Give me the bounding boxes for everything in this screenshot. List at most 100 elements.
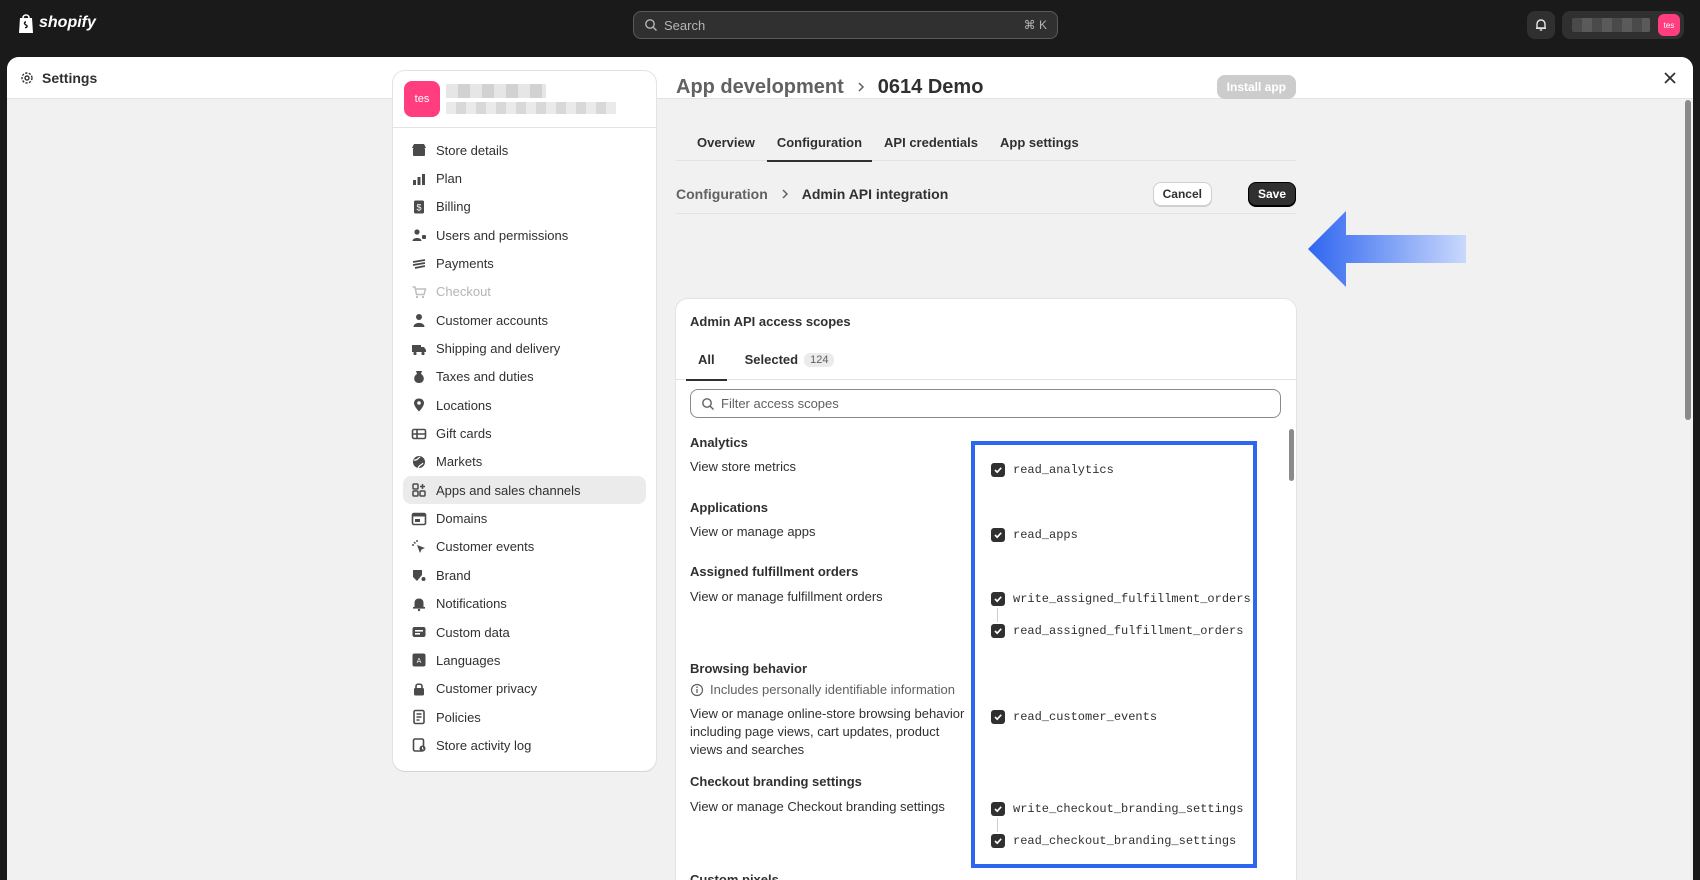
- sidebar-item-plan[interactable]: Plan: [403, 164, 646, 192]
- search-bar[interactable]: Search ⌘ K: [633, 11, 1058, 39]
- sidebar-item-customer-privacy[interactable]: Customer privacy: [403, 675, 646, 703]
- admin-api-scopes-card: Admin API access scopes All Selected 124 …: [676, 299, 1296, 880]
- sidebar-item-shipping-and-delivery[interactable]: Shipping and delivery: [403, 334, 646, 362]
- account-menu-button[interactable]: tes: [1562, 11, 1684, 39]
- sidebar-item-taxes-and-duties[interactable]: Taxes and duties: [403, 363, 646, 391]
- page-scrollbar-thumb[interactable]: [1685, 100, 1691, 420]
- info-icon: [690, 683, 704, 696]
- sidebar-item-markets[interactable]: Markets: [403, 448, 646, 476]
- scope-dependency-line: [997, 608, 998, 622]
- chevron-right-icon: [782, 188, 788, 199]
- page-title: 0614 Demo: [877, 75, 984, 98]
- sidebar-item-checkout[interactable]: Checkout: [403, 278, 646, 306]
- filter-scopes-input[interactable]: Filter access scopes: [690, 389, 1281, 418]
- sidebar-item-gift-cards[interactable]: Gift cards: [403, 419, 646, 447]
- scope-group-description: View or manage fulfillment orders: [690, 589, 883, 604]
- checkbox-checked-icon[interactable]: [991, 528, 1005, 542]
- sidebar-item-label: Notifications: [436, 596, 507, 612]
- app-tabs: Overview Configuration API credentials A…: [676, 124, 1296, 162]
- page-scrollbar[interactable]: [1683, 100, 1693, 880]
- scope-name: write_assigned_fulfillment_orders: [1013, 592, 1251, 606]
- sidebar-item-notifications[interactable]: Notifications: [403, 590, 646, 618]
- sidebar-item-apps-and-sales-channels[interactable]: Apps and sales channels: [403, 476, 646, 505]
- sidebar-item-label: Domains: [436, 511, 488, 527]
- sidebar-item-payments[interactable]: Payments: [403, 249, 646, 277]
- notifications-button[interactable]: [1527, 11, 1555, 39]
- account-avatar: tes: [1658, 14, 1680, 36]
- sidebar-item-brand[interactable]: Brand: [403, 561, 646, 589]
- sidebar-item-users-and-permissions[interactable]: Users and permissions: [403, 221, 646, 249]
- scope-checkbox-row[interactable]: write_checkout_branding_settings: [991, 802, 1243, 816]
- tab-api-credentials[interactable]: API credentials: [874, 124, 988, 161]
- bell-icon: [413, 598, 425, 611]
- sidebar-item-policies[interactable]: Policies: [403, 703, 646, 731]
- cart-icon: [412, 286, 427, 299]
- sidebar-item-custom-data[interactable]: Custom data: [403, 618, 646, 646]
- cursor-icon: [412, 539, 425, 553]
- scope-group-title: Analytics: [690, 435, 748, 450]
- shopify-bag-icon: [19, 14, 33, 33]
- sidebar-item-customer-events[interactable]: Customer events: [403, 533, 646, 561]
- billing-icon: $: [414, 200, 424, 214]
- breadcrumb-parent-link[interactable]: App development: [676, 76, 844, 99]
- scope-group-title: Assigned fulfillment orders: [690, 564, 859, 579]
- checkbox-checked-icon[interactable]: [991, 710, 1005, 724]
- scope-checkbox-row[interactable]: read_apps: [991, 528, 1078, 542]
- brand-icon: [413, 570, 426, 582]
- checkbox-checked-icon[interactable]: [991, 834, 1005, 848]
- sidebar-item-label: Languages: [436, 652, 501, 668]
- scope-group-description: View store metrics: [690, 459, 796, 474]
- sidebar-item-label: Markets: [436, 454, 483, 470]
- sidebar-item-languages[interactable]: A Languages: [403, 646, 646, 674]
- config-breadcrumb: Configuration Admin API integration Canc…: [676, 174, 1296, 214]
- sidebar-item-domains[interactable]: Domains: [403, 504, 646, 532]
- store-name-redacted: [446, 84, 616, 114]
- install-app-button[interactable]: Install app: [1216, 75, 1296, 99]
- sidebar-item-customer-accounts[interactable]: Customer accounts: [403, 306, 646, 334]
- sidebar-item-locations[interactable]: Locations: [403, 391, 646, 419]
- tab-configuration[interactable]: Configuration: [766, 124, 873, 162]
- shopify-logo[interactable]: shopify: [17, 12, 96, 34]
- sidebar-item-billing[interactable]: $ Billing: [403, 193, 646, 221]
- scope-checkbox-row[interactable]: read_assigned_fulfillment_orders: [991, 624, 1243, 638]
- sidebar-item-label: Billing: [436, 199, 471, 215]
- save-button[interactable]: Save: [1247, 182, 1296, 206]
- activity-icon: [412, 738, 426, 753]
- sidebar-item-store-details[interactable]: Store details: [403, 136, 646, 164]
- sidebar-item-store-activity-log[interactable]: Store activity log: [403, 731, 646, 759]
- scope-checkbox-row[interactable]: read_customer_events: [991, 710, 1157, 724]
- cancel-button[interactable]: Cancel: [1152, 182, 1212, 206]
- data-icon: [412, 627, 426, 638]
- scope-checkbox-row[interactable]: read_checkout_branding_settings: [991, 834, 1236, 848]
- annotation-arrow-icon: [1308, 211, 1466, 287]
- tab-overview[interactable]: Overview: [687, 124, 765, 161]
- apps-icon: [412, 483, 426, 498]
- checkbox-checked-icon[interactable]: [991, 802, 1005, 816]
- sidebar-item-label: Locations: [436, 397, 492, 413]
- scope-name: read_customer_events: [1013, 710, 1158, 724]
- store-header[interactable]: tes: [393, 71, 656, 128]
- checkbox-checked-icon[interactable]: [991, 463, 1005, 477]
- sidebar-item-label: Payments: [436, 256, 494, 272]
- scope-name: read_apps: [1013, 528, 1078, 542]
- tab-app-settings[interactable]: App settings: [990, 124, 1089, 161]
- tab-selected-scopes[interactable]: Selected 124: [733, 339, 847, 380]
- config-breadcrumb-parent-link[interactable]: Configuration: [676, 186, 768, 202]
- account-name-redacted: [1572, 18, 1650, 32]
- scope-filter-tabs: All Selected 124: [676, 339, 1296, 381]
- close-icon[interactable]: [1661, 69, 1679, 87]
- plan-icon: [413, 173, 425, 185]
- pii-note-text: Includes personally identifiable informa…: [710, 682, 955, 697]
- gift-card-icon: [411, 428, 427, 439]
- scope-name: read_analytics: [1013, 463, 1114, 477]
- policy-icon: [413, 709, 425, 725]
- scopes-scrollbar-thumb[interactable]: [1289, 429, 1294, 481]
- tab-all-scopes[interactable]: All: [686, 339, 727, 381]
- checkbox-checked-icon[interactable]: [991, 592, 1005, 606]
- scope-checkbox-row[interactable]: write_assigned_fulfillment_orders: [991, 592, 1251, 606]
- checkbox-checked-icon[interactable]: [991, 624, 1005, 638]
- scope-checkbox-row[interactable]: read_analytics: [991, 463, 1114, 477]
- payments-icon: [412, 258, 426, 269]
- svg-text:$: $: [416, 202, 421, 212]
- lock-icon: [414, 683, 424, 696]
